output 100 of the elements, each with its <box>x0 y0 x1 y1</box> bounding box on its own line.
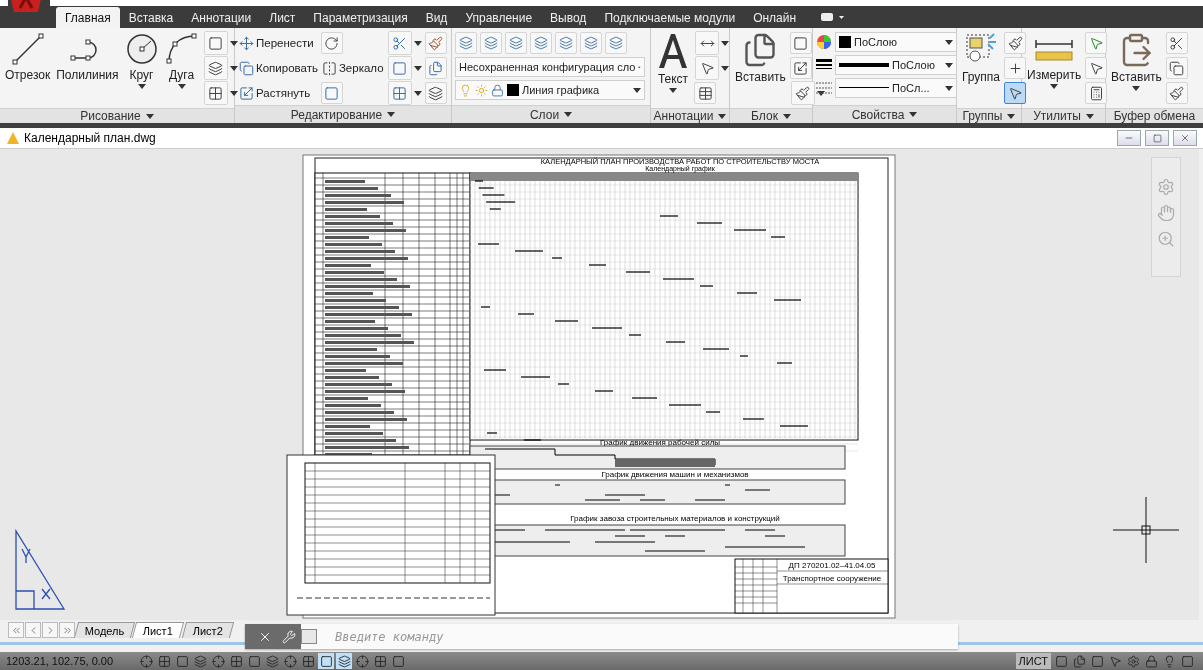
status-toggle-button[interactable] <box>300 653 316 669</box>
status-tool-button[interactable] <box>1053 653 1069 669</box>
space-toggle-button[interactable]: ЛИСТ <box>1015 653 1051 669</box>
ribbon-tool-button[interactable]: Полилиния <box>54 32 121 108</box>
ribbon-tool-button[interactable]: Растянуть <box>238 82 319 104</box>
ribbon-tab[interactable]: Вид <box>416 7 457 28</box>
panel-title[interactable]: Рисование <box>0 108 234 123</box>
status-toggle-button[interactable] <box>354 653 370 669</box>
dropdown-tool-button[interactable] <box>386 32 423 54</box>
status-toggle-button[interactable] <box>174 653 190 669</box>
layer-tool-button[interactable] <box>505 32 527 54</box>
ribbon-tool-button[interactable]: Копировать <box>238 57 319 79</box>
ribbon-tab[interactable]: Вставка <box>119 7 183 28</box>
ribbon-tool-button[interactable]: Дуга <box>162 32 201 108</box>
calculator-button[interactable] <box>1085 82 1108 104</box>
ribbon-tab[interactable]: Лист <box>260 7 305 28</box>
copy-button[interactable] <box>1165 57 1188 79</box>
group-edit-button[interactable] <box>1004 57 1027 79</box>
panel-title[interactable]: Редактирование <box>235 105 451 123</box>
ribbon-tool-button[interactable]: Группа <box>960 32 1003 108</box>
panel-title[interactable]: Группы <box>957 108 1021 123</box>
maximize-button[interactable] <box>1145 130 1169 146</box>
command-input-field[interactable]: Введите команду <box>301 624 958 649</box>
create-block-button[interactable] <box>789 32 812 54</box>
panel-title[interactable]: Утилиты <box>1022 108 1105 123</box>
status-tool-button[interactable] <box>1179 653 1195 669</box>
close-button[interactable] <box>1173 130 1197 146</box>
dropdown-tool-button[interactable] <box>694 57 730 79</box>
dropdown-tool-button[interactable] <box>202 82 239 104</box>
dropdown-tool-button[interactable] <box>386 57 423 79</box>
scale-button[interactable] <box>320 82 343 104</box>
ribbon-tool-button[interactable]: Отрезок <box>3 32 53 108</box>
dropdown-tool-button[interactable] <box>694 32 730 54</box>
edit-block-button[interactable] <box>789 57 812 79</box>
select-similar-button[interactable] <box>1085 57 1108 79</box>
status-toggle-button[interactable] <box>156 653 172 669</box>
status-tool-button[interactable] <box>1143 653 1159 669</box>
ribbon-tab[interactable]: Подключаемые модули <box>595 7 745 28</box>
status-toggle-button[interactable] <box>372 653 388 669</box>
panel-title[interactable]: Слои <box>452 105 650 123</box>
status-toggle-button[interactable] <box>228 653 244 669</box>
layout-tab[interactable]: Лист2 <box>181 622 234 638</box>
ribbon-tool-button[interactable]: Измерить <box>1025 32 1084 108</box>
layer-dropdown[interactable]: Линия графика <box>455 80 645 100</box>
panel-title[interactable]: Буфер обмена <box>1106 108 1203 123</box>
panel-title[interactable]: Аннотации <box>651 108 729 123</box>
layout-nav-button[interactable] <box>59 622 75 638</box>
offset-button[interactable] <box>424 82 447 104</box>
ribbon-tab[interactable]: Главная <box>56 7 120 28</box>
layer-tool-button[interactable] <box>455 32 477 54</box>
status-toggle-button[interactable] <box>138 653 154 669</box>
status-tool-button[interactable] <box>1125 653 1141 669</box>
ribbon-tab[interactable]: Параметризация <box>304 7 417 28</box>
rotate-button[interactable] <box>320 32 343 54</box>
layout-nav-button[interactable] <box>8 622 24 638</box>
group-selection-button[interactable] <box>1004 82 1027 104</box>
layer-tool-button[interactable] <box>530 32 552 54</box>
quick-select-button[interactable] <box>1085 32 1108 54</box>
status-toggle-button[interactable] <box>390 653 406 669</box>
lineweight-dropdown[interactable]: ПоСлою <box>835 55 957 75</box>
ribbon-tool-button[interactable]: Зеркало <box>320 57 385 79</box>
ribbon-tool-button[interactable]: Вставить <box>1109 32 1164 108</box>
status-toggle-button[interactable] <box>282 653 298 669</box>
dropdown-tool-button[interactable] <box>386 82 423 104</box>
status-toggle-button[interactable] <box>336 653 352 669</box>
ribbon-tool-button[interactable]: Вставить <box>733 32 788 108</box>
command-line-handle[interactable] <box>245 624 301 649</box>
layer-tool-button[interactable] <box>605 32 627 54</box>
color-dropdown[interactable]: ПоСлою <box>835 32 957 52</box>
ungroup-button[interactable] <box>1004 32 1027 54</box>
dropdown-tool-button[interactable] <box>202 57 239 79</box>
layer-tool-button[interactable] <box>555 32 577 54</box>
ribbon-tab[interactable]: Вывод <box>541 7 596 28</box>
minimize-button[interactable] <box>1117 130 1141 146</box>
ribbon-tool-button[interactable]: Текст <box>654 32 692 108</box>
dropdown-tool-button[interactable] <box>202 32 239 54</box>
match-properties-button[interactable] <box>1165 82 1188 104</box>
panel-title[interactable]: Блок <box>730 108 812 123</box>
status-toggle-button[interactable] <box>318 653 334 669</box>
status-toggle-button[interactable] <box>210 653 226 669</box>
status-tool-button[interactable] <box>1089 653 1105 669</box>
linetype-dropdown[interactable]: ПоСл... <box>835 78 957 98</box>
ribbon-tool-button[interactable]: Перенести <box>238 32 319 54</box>
ribbon-tool-button[interactable]: Круг <box>122 32 161 108</box>
status-tool-button[interactable] <box>1071 653 1087 669</box>
dropdown-tool-button[interactable] <box>789 82 826 104</box>
ribbon-tab[interactable]: Управление <box>456 7 542 28</box>
layer-tool-button[interactable] <box>480 32 502 54</box>
cut-button[interactable] <box>1165 32 1188 54</box>
layer-state-dropdown[interactable]: Несохраненная конфигурация сло <box>455 57 645 77</box>
erase-button[interactable] <box>424 32 447 54</box>
status-toggle-button[interactable] <box>192 653 208 669</box>
layout-tab[interactable]: Лист1 <box>132 622 185 638</box>
ribbon-tab[interactable]: Онлайн <box>744 7 806 28</box>
ribbon-tab[interactable]: Аннотации <box>182 7 261 28</box>
layer-tool-button[interactable] <box>580 32 602 54</box>
app-logo-icon[interactable] <box>8 0 44 14</box>
status-toggle-button[interactable] <box>264 653 280 669</box>
explode-button[interactable] <box>424 57 447 79</box>
panel-title[interactable]: Свойства <box>813 105 956 123</box>
